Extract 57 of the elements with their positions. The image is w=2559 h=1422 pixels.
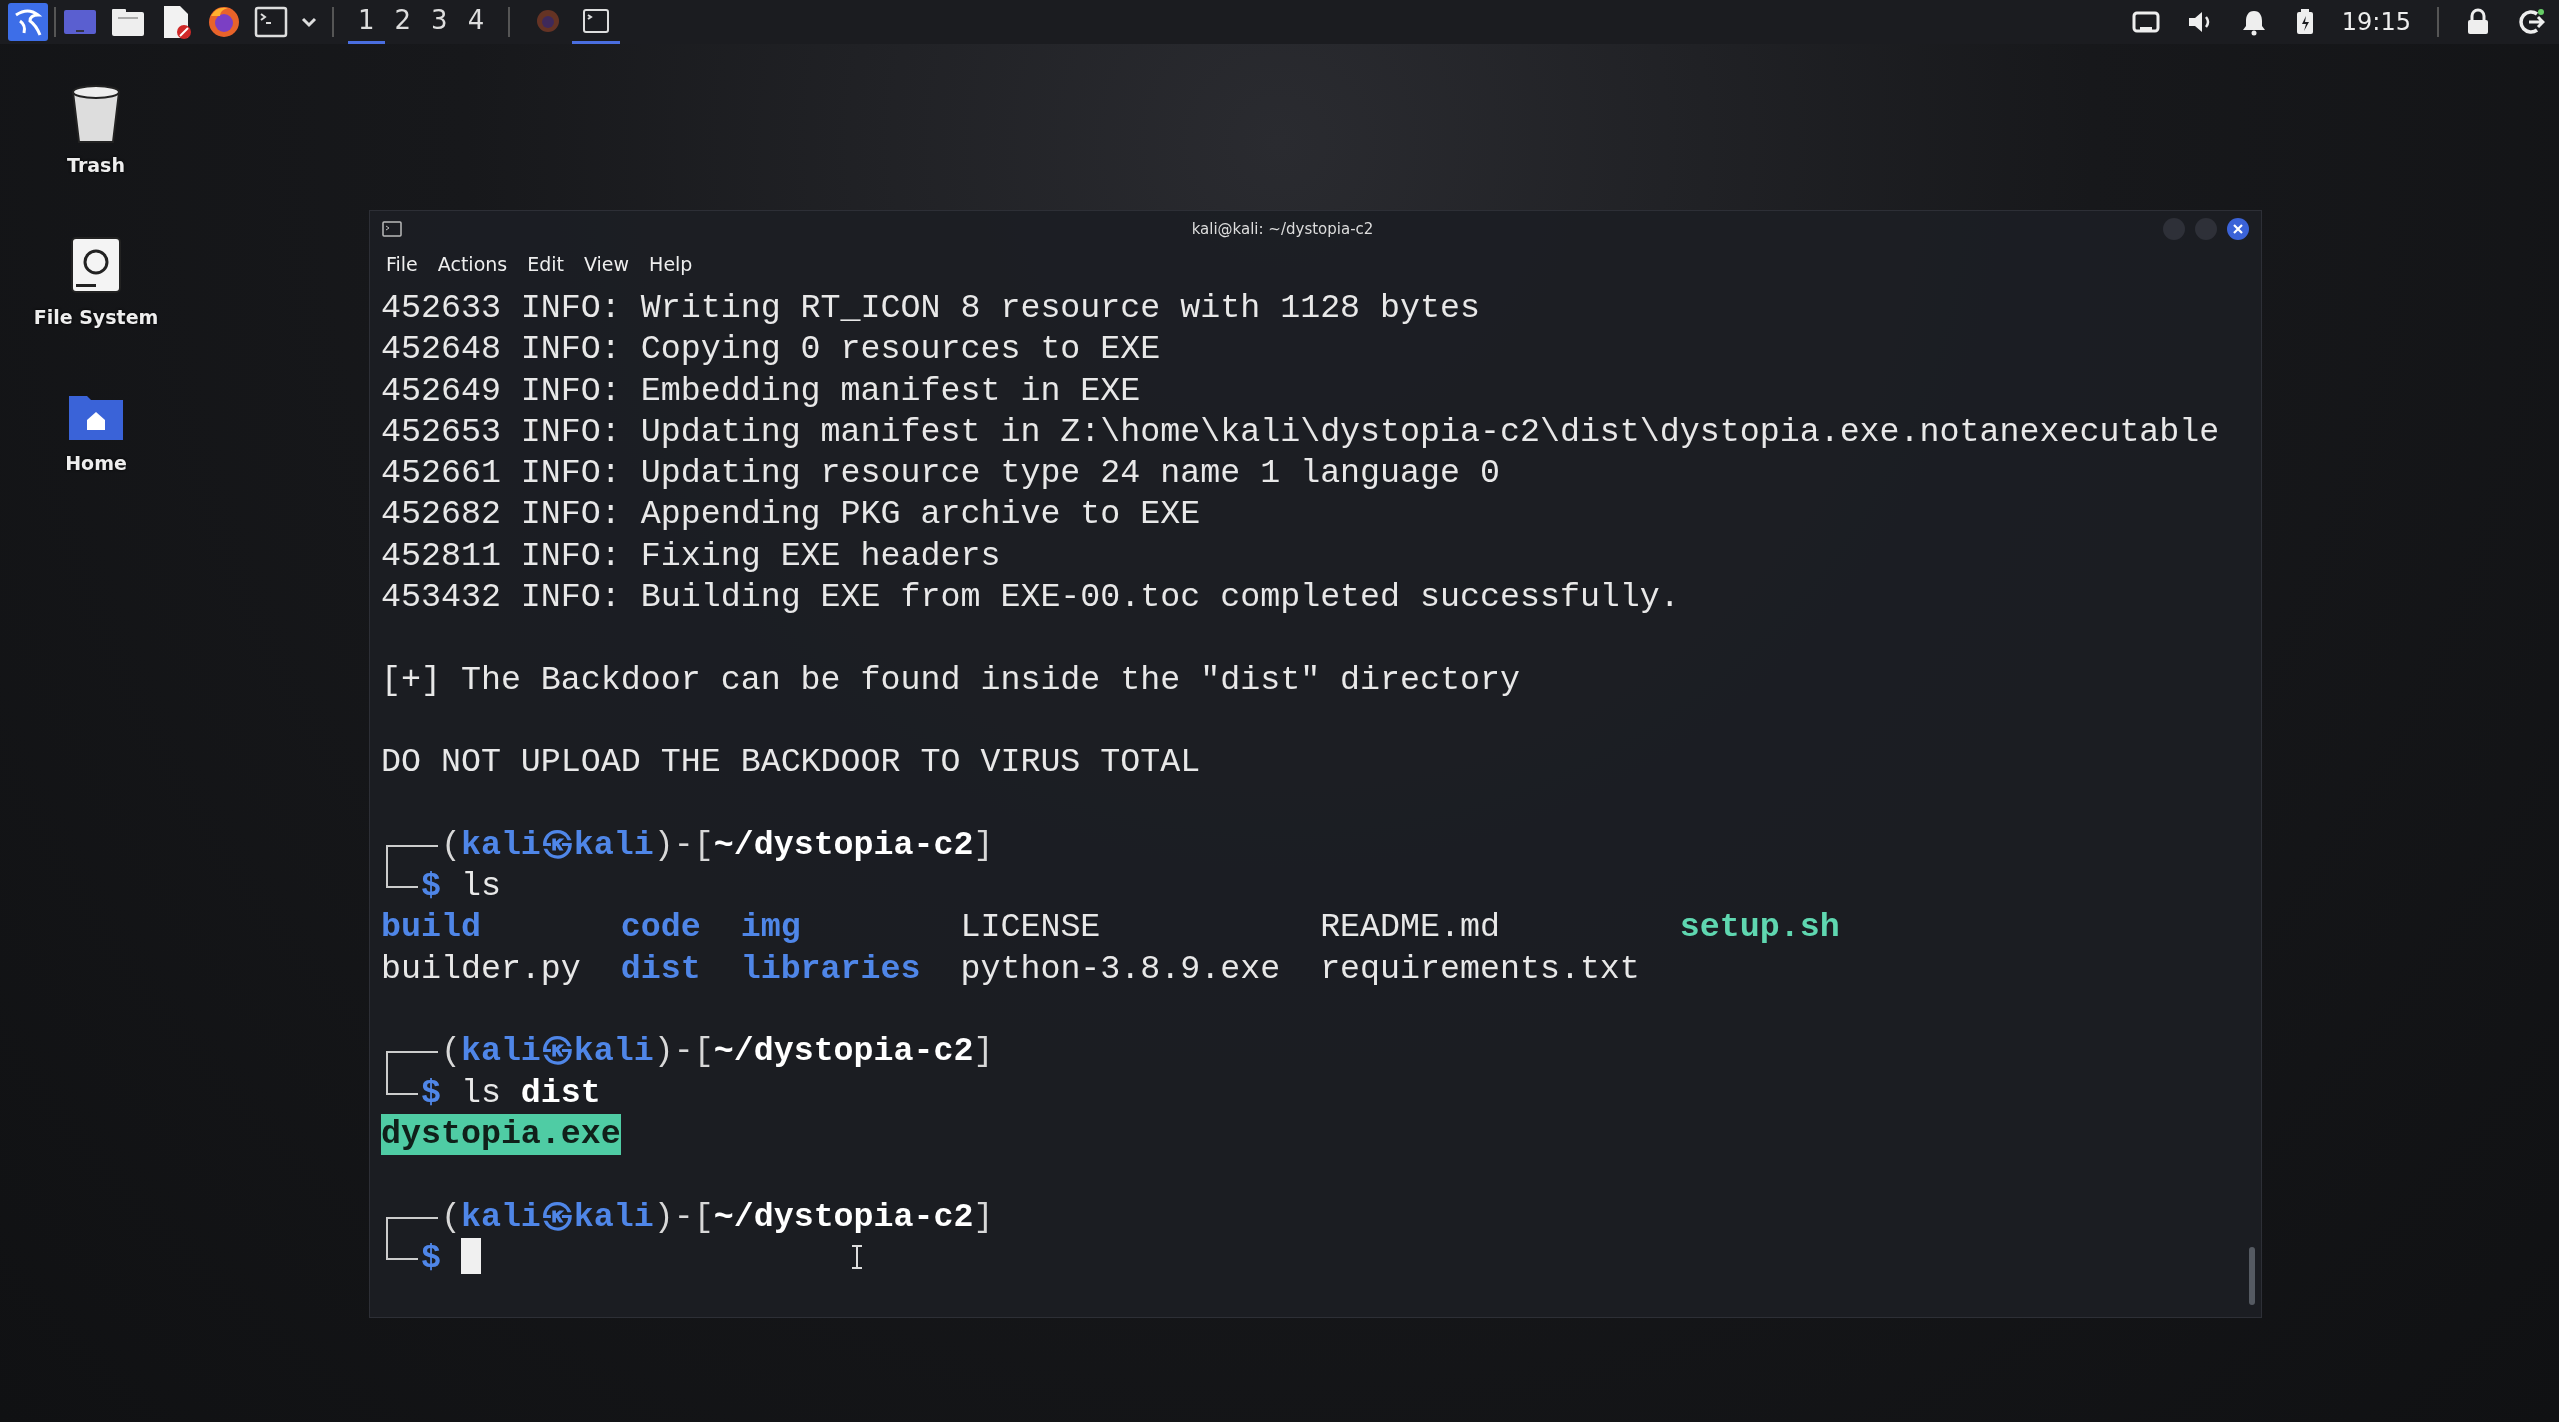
menu-item[interactable]: File [378,251,426,277]
window-title: kali@kali: ~/dystopia-c2 [1190,220,1375,238]
file-name: README.md [1320,907,1500,949]
output-line: 452811 INFO: Fixing EXE headers [381,536,1001,575]
file-name: builder.py [381,948,581,990]
clock[interactable]: 19:15 [2341,8,2411,36]
output-line: DO NOT UPLOAD THE BACKDOOR TO VIRUS TOTAL [381,743,1201,782]
file-name: libraries [740,948,921,990]
output-line: 452653 INFO: Updating manifest in Z:\home\kali\dystopia-c2\dist\dystopia.exe.notanexecutable [381,412,2220,451]
desktop-icon-label[interactable]: Home [65,452,127,474]
logout-icon[interactable] [2517,8,2545,36]
close-icon [2232,223,2244,235]
output-line: 452648 INFO: Copying 0 resources to EXE [381,330,1161,369]
output-line: 452649 INFO: Embedding manifest in EXE [381,371,1141,410]
output-line: 453432 INFO: Building EXE from EXE-00.toc completed successfully. [381,578,1680,617]
command-text: ls [459,1073,501,1112]
file-name: img [740,907,801,949]
prompt-line: (kali㉿kali)-[~/dystopia-c2] [440,1197,994,1236]
desktop-icon-label[interactable]: Trash [67,154,125,176]
file-name: dystopia.exe [381,1113,621,1156]
file-name: code [620,907,701,949]
menu-item[interactable]: Help [641,251,701,277]
desktop-icon-label[interactable]: File System [33,306,159,328]
output-line: [+] The Backdoor can be found inside the "dist" directory [381,660,1520,699]
menu-item[interactable]: Actions [429,251,516,277]
prompt-symbol: $ [420,867,441,906]
terminal-icon [382,221,402,237]
workspace-button[interactable]: 3 [421,0,458,44]
file-name: setup.sh [1679,907,1840,949]
output-line: 452661 INFO: Updating resource type 24 name 1 language 0 [381,454,1500,493]
file-name: python-3.8.9.exe [960,948,1281,990]
command-argument: dist [519,1073,601,1112]
prompt-line: (kali㉿kali)-[~/dystopia-c2] [440,1032,994,1071]
terminal-icon[interactable] [254,4,288,40]
workspace-button[interactable]: 1 [348,0,385,44]
terminal-icon [582,6,611,35]
command-text: ls [459,867,501,906]
display-icon[interactable] [2131,9,2160,35]
lock-icon[interactable] [2465,8,2491,36]
prompt-symbol: $ [420,1238,441,1277]
prompt-symbol: $ [420,1073,441,1112]
output-line: 452682 INFO: Appending PKG archive to EXE [381,495,1201,534]
file-name: requirements.txt [1320,948,1640,990]
browser-icon[interactable] [206,4,242,40]
prompt-line: (kali㉿kali)-[~/dystopia-c2] [440,825,994,864]
workspace-button[interactable]: 2 [384,0,422,44]
file-name: dist [620,948,701,990]
file-name: LICENSE [960,907,1101,949]
menu-item[interactable]: Edit [519,251,572,277]
dragon-logo-icon[interactable] [8,3,48,41]
workspace-button[interactable]: 4 [457,0,495,44]
output-line: 452633 INFO: Writing RT_ICON 8 resource with 1128 bytes [381,289,1480,327]
text-cursor-icon [850,1244,864,1270]
close-button[interactable] [2227,218,2249,240]
scrollbar[interactable] [2249,1247,2255,1305]
file-name: build [381,907,481,949]
menu-item[interactable]: View [576,251,638,277]
